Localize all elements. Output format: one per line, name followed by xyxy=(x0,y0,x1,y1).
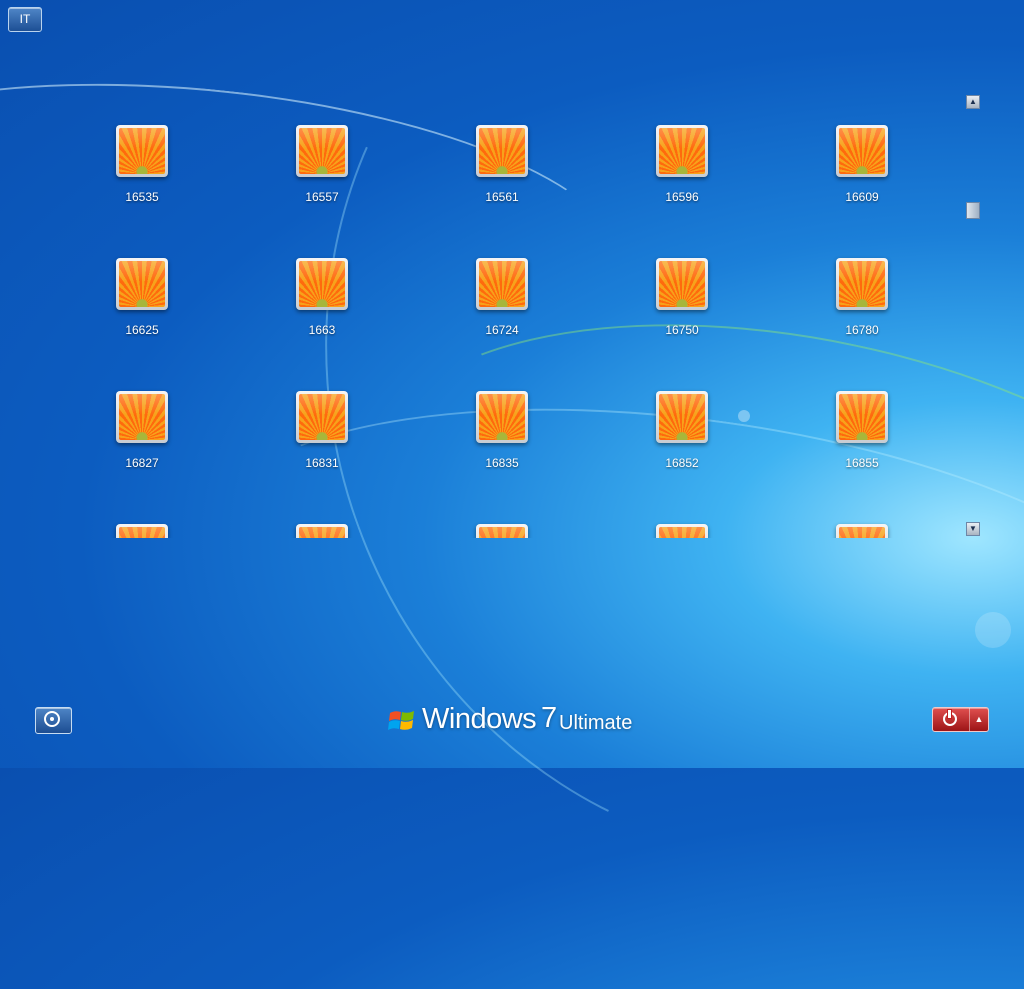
user-name: 16852 xyxy=(665,456,699,470)
user-tile[interactable] xyxy=(262,524,382,538)
windows-logo-icon xyxy=(388,711,414,730)
flower-avatar-icon xyxy=(299,261,345,307)
shutdown-button[interactable] xyxy=(933,708,970,731)
user-tile[interactable]: 16557 xyxy=(262,125,382,204)
user-tile[interactable]: 16750 xyxy=(622,258,742,337)
user-name: 16831 xyxy=(305,456,339,470)
scroll-down-button[interactable]: ▼ xyxy=(966,522,980,536)
user-picture-frame xyxy=(296,125,348,177)
user-picture-frame xyxy=(116,524,168,538)
flower-avatar-icon xyxy=(839,261,885,307)
user-tile[interactable]: 16625 xyxy=(82,258,202,337)
windows-edition: Ultimate xyxy=(559,712,633,734)
flower-avatar-icon xyxy=(839,527,885,538)
user-picture-frame xyxy=(476,258,528,310)
user-picture-frame xyxy=(656,524,708,538)
user-picture-frame xyxy=(836,125,888,177)
flower-avatar-icon xyxy=(119,128,165,174)
user-name: 16625 xyxy=(125,323,159,337)
flower-avatar-icon xyxy=(839,394,885,440)
user-picture-frame xyxy=(476,391,528,443)
flower-avatar-icon xyxy=(659,527,705,538)
user-picture-frame xyxy=(116,125,168,177)
flower-avatar-icon xyxy=(479,527,525,538)
user-picture-frame xyxy=(476,524,528,538)
flower-avatar-icon xyxy=(479,394,525,440)
user-picture-frame xyxy=(296,258,348,310)
user-picture-frame xyxy=(116,391,168,443)
scroll-up-button[interactable]: ▲ xyxy=(966,95,980,109)
flower-avatar-icon xyxy=(119,394,165,440)
user-name: 16557 xyxy=(305,190,339,204)
ease-of-access-button[interactable] xyxy=(35,707,72,734)
user-tile[interactable]: 16855 xyxy=(802,391,922,470)
user-tile[interactable]: 16852 xyxy=(622,391,742,470)
user-picture-frame xyxy=(656,391,708,443)
user-picture-frame xyxy=(116,258,168,310)
user-picture-frame xyxy=(836,391,888,443)
user-name: 16780 xyxy=(845,323,879,337)
user-picture-frame xyxy=(656,258,708,310)
user-picture-frame xyxy=(836,524,888,538)
ease-of-access-icon xyxy=(44,711,60,727)
shutdown-options-button[interactable]: ▲ xyxy=(971,708,987,731)
user-name: 16827 xyxy=(125,456,159,470)
flower-avatar-icon xyxy=(299,527,345,538)
flower-avatar-icon xyxy=(119,261,165,307)
user-name: 16561 xyxy=(485,190,519,204)
user-tile[interactable] xyxy=(82,524,202,538)
user-tile[interactable]: 16831 xyxy=(262,391,382,470)
user-picture-frame xyxy=(296,524,348,538)
user-tile[interactable]: 16609 xyxy=(802,125,922,204)
flower-avatar-icon xyxy=(659,128,705,174)
user-tile[interactable]: 16835 xyxy=(442,391,562,470)
background-bubble xyxy=(975,612,1011,648)
flower-avatar-icon xyxy=(299,394,345,440)
user-tile[interactable]: 16827 xyxy=(82,391,202,470)
power-icon xyxy=(943,710,957,726)
flower-avatar-icon xyxy=(299,128,345,174)
user-name: 16855 xyxy=(845,456,879,470)
user-tile[interactable]: 16535 xyxy=(82,125,202,204)
windows-wordmark: Windows xyxy=(422,703,537,735)
user-picture-frame xyxy=(476,125,528,177)
user-tile[interactable]: 16596 xyxy=(622,125,742,204)
user-name: 16724 xyxy=(485,323,519,337)
flower-avatar-icon xyxy=(479,261,525,307)
user-tile[interactable] xyxy=(622,524,742,538)
shutdown-button-group: ▲ xyxy=(932,707,989,732)
user-picture-frame xyxy=(836,258,888,310)
user-tile[interactable]: 16780 xyxy=(802,258,922,337)
user-tile[interactable]: 16724 xyxy=(442,258,562,337)
user-name: 16596 xyxy=(665,190,699,204)
user-name: 16750 xyxy=(665,323,699,337)
flower-avatar-icon xyxy=(119,527,165,538)
user-tile[interactable]: 1663 xyxy=(262,258,382,337)
user-tile-grid: 16535 16557 16561 16596 16609 16625 1663 16724 1… xyxy=(0,0,940,538)
user-name: 16535 xyxy=(125,190,159,204)
user-picture-frame xyxy=(656,125,708,177)
user-name: 1663 xyxy=(308,323,336,337)
flower-avatar-icon xyxy=(839,128,885,174)
flower-avatar-icon xyxy=(659,394,705,440)
flower-avatar-icon xyxy=(479,128,525,174)
user-name: 16835 xyxy=(485,456,519,470)
user-picture-frame xyxy=(296,391,348,443)
windows-version: 7 xyxy=(541,702,558,734)
flower-avatar-icon xyxy=(659,261,705,307)
scroll-thumb[interactable] xyxy=(966,202,980,219)
user-tile[interactable] xyxy=(802,524,922,538)
user-name: 16609 xyxy=(845,190,879,204)
user-tile[interactable] xyxy=(442,524,562,538)
user-tile[interactable]: 16561 xyxy=(442,125,562,204)
